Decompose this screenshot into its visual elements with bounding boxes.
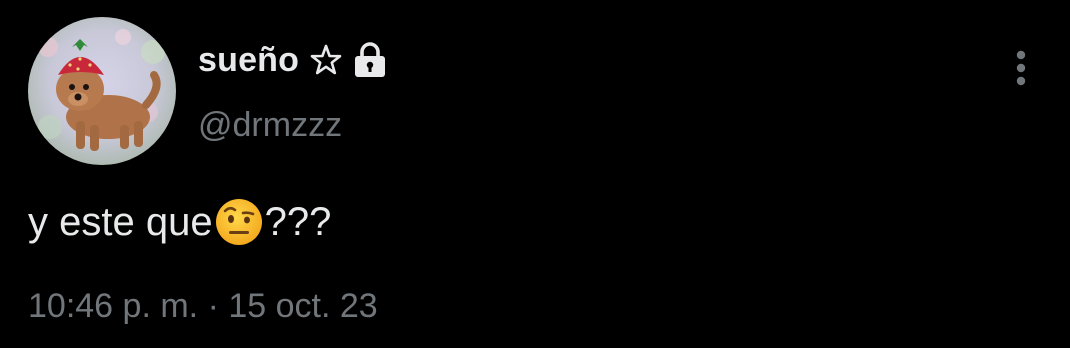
more-options-button[interactable] [1006, 46, 1036, 90]
meta-separator: · [207, 287, 229, 325]
tweet-timestamp[interactable]: 10:46 p. m. · 15 oct. 23 [28, 287, 378, 326]
avatar[interactable] [28, 17, 176, 165]
tweet-date: 15 oct. 23 [228, 287, 378, 325]
more-vertical-icon [1016, 50, 1026, 86]
face-with-raised-eyebrow-emoji [214, 197, 264, 247]
star-outline-icon [309, 43, 343, 77]
tweet-text-part: ??? [264, 199, 332, 244]
dog-avatar-image [28, 17, 176, 165]
tweet-text-part: y este que [28, 199, 213, 244]
tweet-time: 10:46 p. m. [28, 287, 199, 325]
tweet-detail: sueño @drmzzz y este que ??? 10:46 p. m.… [0, 0, 1070, 348]
author-display-name: sueño [198, 40, 300, 79]
lock-icon [353, 41, 387, 79]
author-name-row[interactable]: sueño [198, 37, 387, 83]
author-handle[interactable]: @drmzzz [198, 106, 342, 145]
tweet-text: y este que ??? [28, 194, 331, 250]
